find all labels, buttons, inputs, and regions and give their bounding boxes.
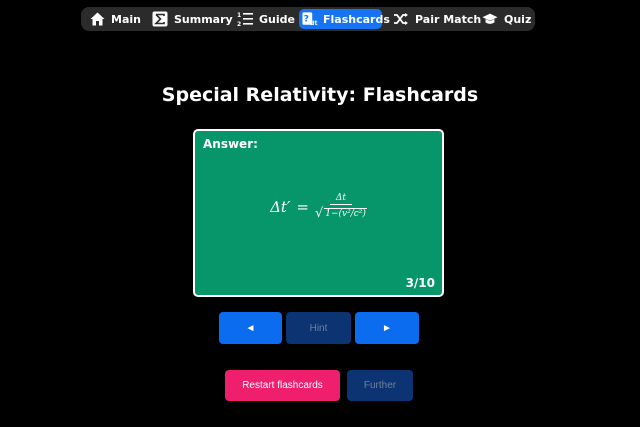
restart-flashcards-button[interactable]: Restart flashcards xyxy=(225,370,340,401)
flashcards-icon: ? dt xyxy=(302,11,318,27)
graduation-cap-icon xyxy=(482,11,498,27)
svg-text:1: 1 xyxy=(237,12,241,19)
page-title: Special Relativity: Flashcards xyxy=(161,84,479,106)
numbered-list-icon: 12 xyxy=(237,11,253,27)
next-button[interactable]: ► xyxy=(355,312,419,344)
nav-quiz[interactable]: Quiz xyxy=(482,9,531,29)
formula-radicand: 1−(v²/c²) xyxy=(324,208,367,219)
flashcard[interactable]: Answer: Δt′ = Δt √ 1−(v²/c²) 3/10 xyxy=(193,129,444,297)
formula-denominator: √ 1−(v²/c²) xyxy=(315,205,367,221)
formula-fraction: Δt √ 1−(v²/c²) xyxy=(315,193,367,221)
top-nav: Main Summary 12 Guide ? dt Flashcards Pai… xyxy=(81,7,535,31)
svg-text:2: 2 xyxy=(237,21,241,27)
card-counter: 3/10 xyxy=(405,276,435,290)
shuffle-icon xyxy=(393,11,409,27)
sigma-icon xyxy=(152,11,168,27)
nav-guide[interactable]: 12 Guide xyxy=(237,9,295,29)
previous-button[interactable]: ◄ xyxy=(219,312,282,344)
formula-numerator: Δt xyxy=(329,193,352,205)
nav-pair-match[interactable]: Pair Match xyxy=(393,9,481,29)
formula-lhs: Δt′ xyxy=(270,198,291,216)
nav-flashcards-label: Flashcards xyxy=(323,12,390,26)
nav-summary[interactable]: Summary xyxy=(152,9,233,29)
nav-main-label: Main xyxy=(111,12,141,26)
further-button[interactable]: Further xyxy=(347,370,413,401)
formula-equals: = xyxy=(296,198,309,216)
card-answer-label: Answer: xyxy=(203,137,258,151)
svg-text:dt: dt xyxy=(310,20,317,27)
hint-button[interactable]: Hint xyxy=(286,312,351,344)
card-formula: Δt′ = Δt √ 1−(v²/c²) xyxy=(195,193,442,221)
nav-quiz-label: Quiz xyxy=(504,12,532,26)
nav-guide-label: Guide xyxy=(259,12,295,26)
nav-main[interactable]: Main xyxy=(89,9,141,29)
nav-pair-match-label: Pair Match xyxy=(415,12,482,26)
nav-summary-label: Summary xyxy=(174,12,233,26)
home-icon xyxy=(89,11,105,27)
svg-text:?: ? xyxy=(304,15,309,25)
sqrt-icon: √ xyxy=(314,206,324,221)
nav-flashcards[interactable]: ? dt Flashcards xyxy=(299,9,390,29)
